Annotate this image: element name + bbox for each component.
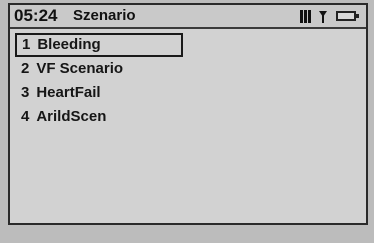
scenario-menu: 1 Bleeding 2 VF Scenario 3 HeartFail 4 Arild… (15, 33, 355, 129)
menu-item-number: 4 (21, 108, 30, 125)
status-bar: 05:24 Szenario (10, 5, 366, 29)
menu-item-label: VF Scenario (36, 60, 124, 77)
battery-icon (336, 11, 359, 21)
status-icons (300, 9, 359, 23)
menu-item-label: HeartFail (36, 84, 101, 101)
signal-strength-icon (300, 9, 314, 23)
screen-title: Szenario (73, 7, 136, 24)
clock-time: 05:24 (14, 6, 58, 25)
device-screen: 05:24 Szenario 1 Bleeding 2 VF Scenario 3H… (8, 3, 368, 225)
menu-item-label: ArildScen (36, 108, 107, 125)
menu-item-number: 2 (21, 60, 30, 77)
menu-item-heartfail[interactable]: 3 HeartFail (15, 81, 355, 105)
menu-item-number: 1 (22, 36, 31, 53)
menu-item-vf-scenario[interactable]: 2 VF Scenario (15, 57, 355, 81)
menu-item-arildscen[interactable]: 4 ArildScen (15, 105, 355, 129)
menu-item-label: Bleeding (37, 36, 101, 53)
menu-item-number: 3 (21, 84, 30, 101)
antenna-icon (318, 10, 328, 23)
menu-item-bleeding[interactable]: 1 Bleeding (15, 33, 183, 57)
